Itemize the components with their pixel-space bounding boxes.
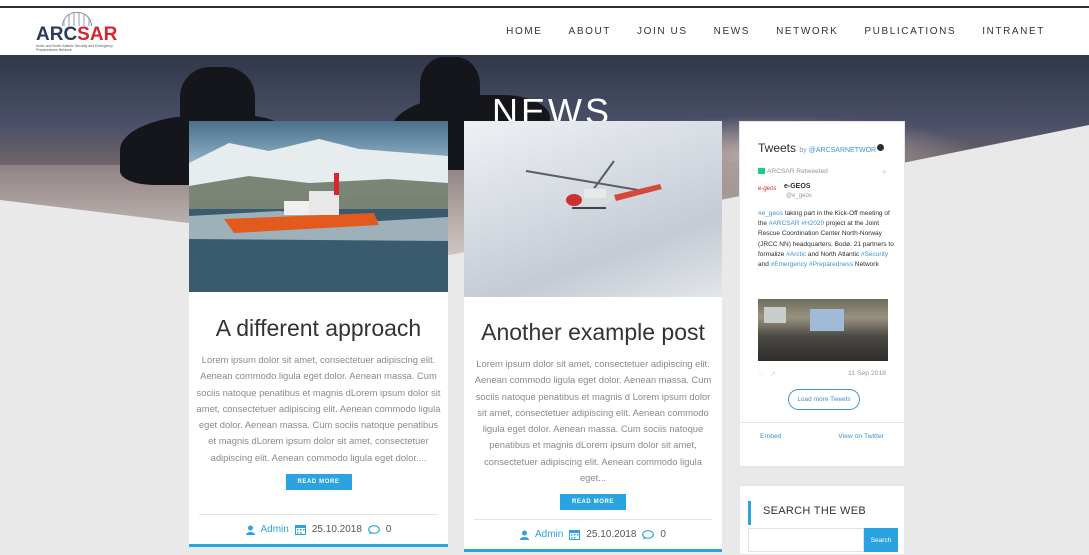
tweets-account-link[interactable]: @ARCSARNETWOR bbox=[809, 147, 876, 154]
tweet-photo-whiteboard bbox=[764, 307, 786, 323]
tweet-photo-projector bbox=[810, 309, 844, 331]
tweets-by-label: by bbox=[799, 147, 807, 154]
user-icon bbox=[520, 530, 529, 540]
post-date: 25.10.2018 bbox=[311, 524, 362, 535]
nav-news[interactable]: NEWS bbox=[714, 26, 750, 37]
site-header: ARCSAR Arctic and North-Atlantic Securit… bbox=[0, 8, 1089, 55]
nav-network[interactable]: NETWORK bbox=[776, 26, 838, 37]
tweet-text-segment: Network bbox=[853, 261, 879, 269]
tweet-hashtag-link[interactable]: #H2020 bbox=[801, 220, 824, 227]
post-excerpt: Lorem ipsum dolor sit amet, consectetuer… bbox=[474, 358, 712, 484]
tweet-author-handle[interactable]: @e_geos bbox=[786, 193, 812, 199]
tweets-title: Tweets bbox=[758, 141, 797, 155]
search-widget: SEARCH THE WEB Search bbox=[739, 485, 905, 555]
retweet-icon bbox=[758, 168, 765, 175]
post-comment-count[interactable]: 0 bbox=[660, 529, 666, 540]
post-comment-count[interactable]: 0 bbox=[386, 524, 392, 535]
site-logo[interactable]: ARCSAR Arctic and North-Atlantic Securit… bbox=[36, 12, 126, 52]
view-on-twitter-link[interactable]: View on Twitter bbox=[838, 433, 884, 440]
retweeted-text: ARCSAR Retweeted bbox=[767, 168, 828, 175]
post-title[interactable]: A different approach bbox=[189, 315, 448, 342]
post-meta: Admin 25.10.2018 0 bbox=[199, 514, 438, 544]
tweet-text-segment: and bbox=[758, 261, 771, 269]
tweet-hashtag-link[interactable]: #Preparedness bbox=[809, 261, 853, 268]
embed-link[interactable]: Embed bbox=[760, 433, 782, 440]
calendar-icon bbox=[294, 525, 306, 535]
search-widget-title: SEARCH THE WEB bbox=[763, 505, 867, 517]
widget-accent-bar bbox=[748, 501, 751, 525]
tweet-author-avatar[interactable]: e-geos bbox=[758, 186, 776, 192]
search-button[interactable]: Search bbox=[864, 528, 898, 552]
tweet-text-segment: and North Atlantic bbox=[806, 250, 861, 258]
main-nav: HOME ABOUT JOIN US NEWS NETWORK PUBLICAT… bbox=[480, 26, 1045, 37]
calendar-icon bbox=[569, 530, 581, 540]
info-icon[interactable] bbox=[877, 144, 884, 151]
tweets-header: Tweets by @ARCSARNETWOR bbox=[758, 141, 876, 155]
post-title[interactable]: Another example post bbox=[464, 319, 722, 346]
top-border bbox=[0, 0, 1089, 8]
tweet-text: #e_geos taking part in the Kick-Off meet… bbox=[758, 209, 898, 270]
tweet-actions: ♡ ↗ bbox=[758, 370, 776, 378]
tweet-hashtag-link[interactable]: #Emergency bbox=[771, 261, 808, 268]
tweet-hashtag-link[interactable]: #Arctic bbox=[786, 251, 806, 258]
post-excerpt: Lorem ipsum dolor sit amet, consectetuer… bbox=[196, 354, 441, 463]
tweet-date[interactable]: 11 Sep 2018 bbox=[848, 370, 886, 377]
logo-tagline: Arctic and North-Atlantic Security and E… bbox=[36, 44, 113, 52]
user-icon bbox=[245, 525, 255, 535]
post-image-icebreaker[interactable] bbox=[189, 121, 448, 292]
nav-home[interactable]: HOME bbox=[506, 26, 542, 37]
load-more-tweets-button[interactable]: Load more Tweets bbox=[788, 389, 860, 410]
twitter-bird-icon[interactable]: ✦ bbox=[880, 167, 888, 178]
tweet-hashtag-link[interactable]: #ARCSAR bbox=[769, 220, 800, 227]
widget-footer-divider bbox=[740, 422, 904, 423]
read-more-button[interactable]: READ MORE bbox=[285, 474, 352, 491]
logo-word-prefix: ARC bbox=[36, 24, 78, 45]
logo-word-suffix: SAR bbox=[77, 24, 118, 45]
helicopter-icon bbox=[525, 160, 662, 209]
read-more-button[interactable]: READ MORE bbox=[560, 494, 626, 511]
nav-intranet[interactable]: INTRANET bbox=[982, 26, 1045, 37]
search-input[interactable] bbox=[748, 528, 864, 552]
logo-wordmark: ARCSAR bbox=[36, 24, 117, 46]
tweet-hashtag-link[interactable]: #Security bbox=[861, 251, 888, 258]
nav-join-us[interactable]: JOIN US bbox=[637, 26, 688, 37]
nav-about[interactable]: ABOUT bbox=[569, 26, 611, 37]
tweet-hashtag-link[interactable]: #e_geos bbox=[758, 210, 783, 217]
post-date: 25.10.2018 bbox=[586, 529, 637, 540]
post-card: A different approach Lorem ipsum dolor s… bbox=[189, 121, 448, 547]
nav-publications[interactable]: PUBLICATIONS bbox=[864, 26, 956, 37]
icebreaker-ship-icon bbox=[189, 139, 448, 292]
share-icon[interactable]: ↗ bbox=[770, 371, 776, 378]
post-card: Another example post Lorem ipsum dolor s… bbox=[464, 121, 722, 552]
tweet-author-name[interactable]: e-GEOS bbox=[784, 183, 810, 190]
retweeted-label: ARCSAR Retweeted bbox=[758, 168, 828, 175]
comment-icon bbox=[642, 529, 655, 539]
post-author[interactable]: Admin bbox=[535, 529, 563, 540]
post-meta: Admin 25.10.2018 0 bbox=[474, 519, 712, 549]
reply-icon[interactable]: ♡ bbox=[758, 371, 764, 378]
tweet-photo-meeting[interactable] bbox=[758, 299, 888, 361]
comment-icon bbox=[368, 524, 380, 534]
twitter-timeline-widget: Tweets by @ARCSARNETWOR ARCSAR Retweeted… bbox=[739, 121, 905, 467]
tweets-by: by @ARCSARNETWOR bbox=[799, 147, 876, 154]
post-author[interactable]: Admin bbox=[261, 524, 289, 535]
post-image-helicopter[interactable] bbox=[464, 121, 722, 297]
